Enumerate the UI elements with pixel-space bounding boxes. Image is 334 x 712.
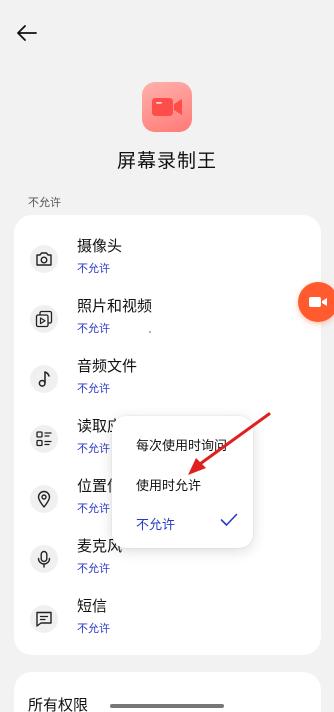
music-note-icon [38,371,50,387]
sms-icon [36,611,52,627]
permission-status: 不允许 [77,262,110,275]
decorative-dot [149,331,151,333]
floating-record-button[interactable] [298,282,334,322]
option-ask-every-time[interactable]: 每次使用时询问 [136,435,227,454]
section-label: 不允许 [28,196,61,209]
permission-title: 音频文件 [77,357,138,375]
option-deny[interactable]: 不允许 [136,514,175,533]
location-pin-icon [37,490,51,508]
app-name: 屏幕录制王 [116,150,217,172]
microphone-icon [37,550,51,568]
home-indicator[interactable] [110,704,224,708]
permission-title: 摄像头 [77,237,123,255]
option-allow-while-using[interactable]: 使用时允许 [136,475,201,494]
screen-recorder-camera-icon [152,98,182,116]
video-camera-icon [309,297,327,307]
permission-title: 照片和视频 [77,297,153,315]
perm-icon-wrap [30,365,58,393]
permission-item-camera[interactable]: 摄像头 不允许 [14,235,321,285]
permission-status: 不允许 [77,382,110,395]
photo-video-icon [35,310,53,328]
permission-status: 不允许 [77,502,110,515]
permission-item-audio[interactable]: 音频文件 不允许 [14,355,321,405]
app-list-icon [36,431,52,447]
arrow-left-icon [17,25,37,41]
permission-status: 不允许 [77,442,110,455]
permission-title: 短信 [77,597,108,615]
camera-icon [36,252,52,266]
perm-icon-wrap [30,605,58,633]
permission-item-photos-videos[interactable]: 照片和视频 不允许 [14,295,321,345]
perm-icon-wrap [30,545,58,573]
app-icon [142,82,192,132]
checkmark-icon [220,513,238,526]
permission-status: 不允许 [77,622,110,635]
all-permissions-title: 所有权限 [28,696,89,712]
perm-icon-wrap [30,305,58,333]
back-button[interactable] [14,20,40,46]
perm-icon-wrap [30,245,58,273]
perm-icon-wrap [30,425,58,453]
permission-status: 不允许 [77,562,110,575]
permission-item-sms[interactable]: 短信 不允许 [14,595,321,645]
permission-options-popup: 每次使用时询问 使用时允许 不允许 [112,416,253,548]
perm-icon-wrap [30,485,58,513]
permission-status: 不允许 [77,322,110,335]
